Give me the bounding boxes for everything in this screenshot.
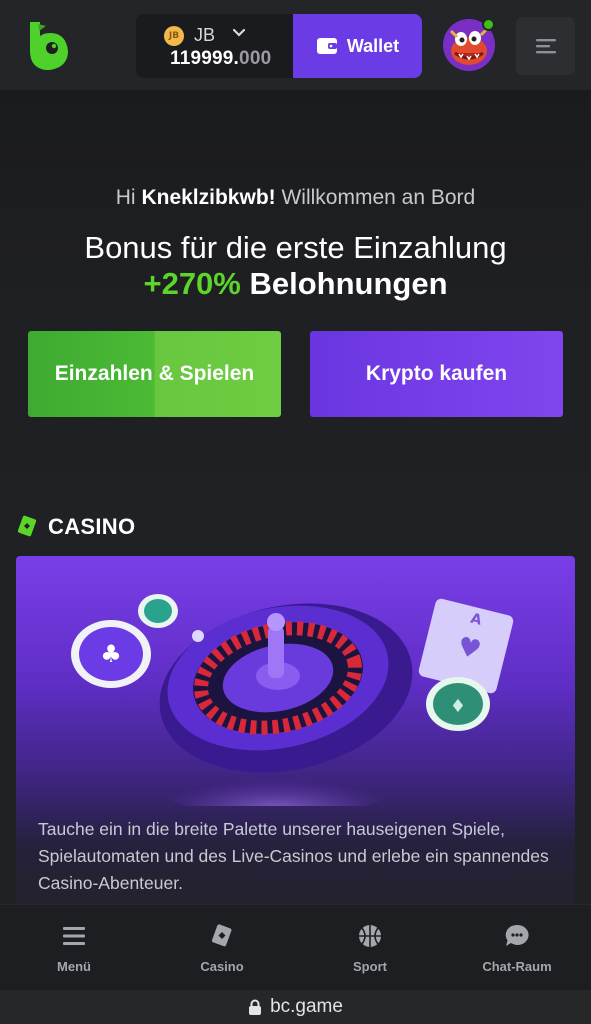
currency-label: JB <box>194 25 216 45</box>
welcome-banner: Hi Kneklzibkwb! Willkommen an Bord Bonus… <box>0 90 591 472</box>
deposit-and-play-button[interactable]: Einzahlen & Spielen <box>28 331 281 417</box>
top-header: JB JB 119999.000 Wallet <box>0 0 591 90</box>
username: Kneklzibkwb! <box>141 186 276 209</box>
menu-icon <box>63 927 85 945</box>
hamburger-menu-button[interactable] <box>516 17 575 75</box>
nav-casino[interactable]: Casino <box>148 905 296 991</box>
nav-casino-label: Casino <box>200 959 244 974</box>
nav-menu-label: Menü <box>57 959 91 974</box>
basketball-icon <box>359 925 381 947</box>
roulette-illustration: ♣ A ♥ ♦ <box>71 594 514 816</box>
svg-text:♣: ♣ <box>100 640 122 668</box>
buy-crypto-button[interactable]: Krypto kaufen <box>310 331 563 417</box>
online-status-dot <box>482 18 495 31</box>
chat-icon <box>505 924 529 946</box>
nav-menu[interactable]: Menü <box>0 905 148 991</box>
casino-icon <box>211 924 232 947</box>
lock-icon <box>249 999 262 1015</box>
bonus-headline: Bonus für die erste Einzahlung <box>84 230 507 265</box>
chevron-down-icon[interactable] <box>232 26 246 40</box>
jb-coin-icon: JB <box>164 26 184 46</box>
bcgame-logo[interactable] <box>24 18 76 74</box>
nav-sport[interactable]: Sport <box>296 905 444 991</box>
wallet-button[interactable]: Wallet <box>293 14 422 78</box>
casino-promo-card[interactable]: ♣ A ♥ ♦ Tauche ein in die breite Palette… <box>16 556 575 916</box>
casino-section: CASINO ♣ A ♥ ♦ Tauche ein in die breite … <box>0 472 591 916</box>
bonus-rewards: +270% Belohnungen <box>143 266 448 301</box>
menu-icon <box>535 39 556 54</box>
nav-sport-label: Sport <box>353 959 387 974</box>
url-text: bc.game <box>270 996 343 1017</box>
casino-section-title: CASINO <box>16 514 135 540</box>
browser-url-bar[interactable]: bc.game <box>0 990 591 1024</box>
balance-amount: 119999.000 <box>170 48 272 69</box>
casino-description: Tauche ein in die breite Palette unserer… <box>38 819 549 893</box>
balance-display[interactable]: JB JB 119999.000 <box>136 14 293 78</box>
nav-chat[interactable]: Chat-Raum <box>443 905 591 991</box>
greeting-text: Hi Kneklzibkwb! Willkommen an Bord <box>115 186 476 209</box>
svg-text:♦: ♦ <box>450 696 466 717</box>
bottom-navigation: Menü Casino Sport Chat-Raum <box>0 904 591 990</box>
bonus-percent: +270% <box>143 266 241 301</box>
wallet-icon <box>316 38 337 54</box>
nav-chat-label: Chat-Raum <box>482 959 552 974</box>
wallet-label: Wallet <box>346 35 400 56</box>
casino-icon <box>17 515 37 537</box>
